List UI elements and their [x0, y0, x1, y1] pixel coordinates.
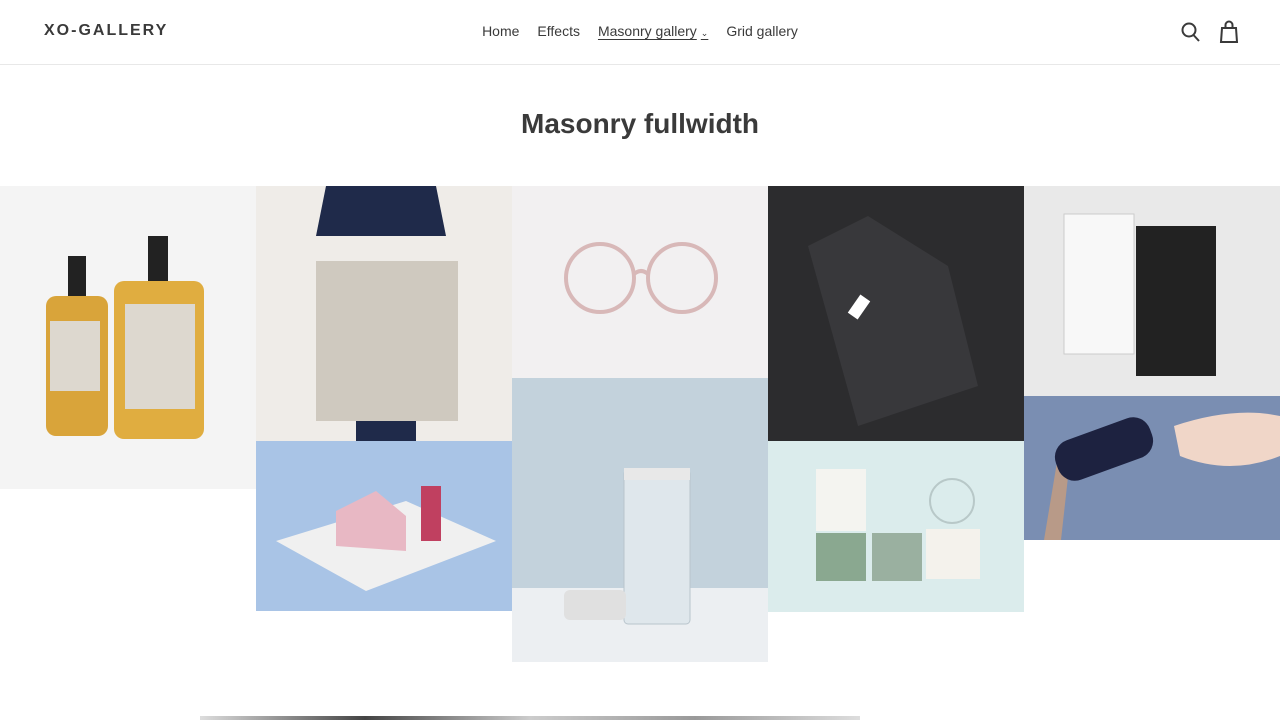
nav-grid-gallery[interactable]: Grid gallery [726, 23, 798, 39]
chevron-down-icon: ⌄ [700, 28, 709, 38]
nav-home[interactable]: Home [482, 23, 519, 39]
gallery-item-soap-bottles[interactable] [0, 186, 256, 489]
gallery-item-tote-bag[interactable] [256, 186, 512, 441]
gallery-item-paper-house[interactable] [256, 441, 512, 611]
gallery-item-tshirt-packaging[interactable] [1024, 186, 1280, 396]
site-header: XO-GALLERY Home Effects Masonry gallery ⌄ Gr… [0, 0, 1280, 65]
main-nav: Home Effects Masonry gallery ⌄ Grid gallery [0, 23, 1280, 39]
gallery-next-row [200, 716, 860, 720]
gallery-item-dark-shirt[interactable] [768, 186, 1024, 441]
search-icon[interactable] [1180, 20, 1202, 44]
nav-effects[interactable]: Effects [537, 23, 580, 39]
gallery-item-stationery-set[interactable] [768, 441, 1024, 612]
gallery-item-round-glasses[interactable] [512, 186, 768, 378]
nav-masonry-gallery[interactable]: Masonry gallery ⌄ [598, 23, 708, 39]
nav-label: Masonry gallery [597, 23, 697, 39]
gallery-item-glass-jar[interactable] [512, 378, 768, 662]
cart-icon[interactable] [1218, 20, 1240, 44]
page-title: Masonry fullwidth [521, 108, 759, 139]
gallery-item-milk-bottle[interactable] [1024, 396, 1280, 540]
